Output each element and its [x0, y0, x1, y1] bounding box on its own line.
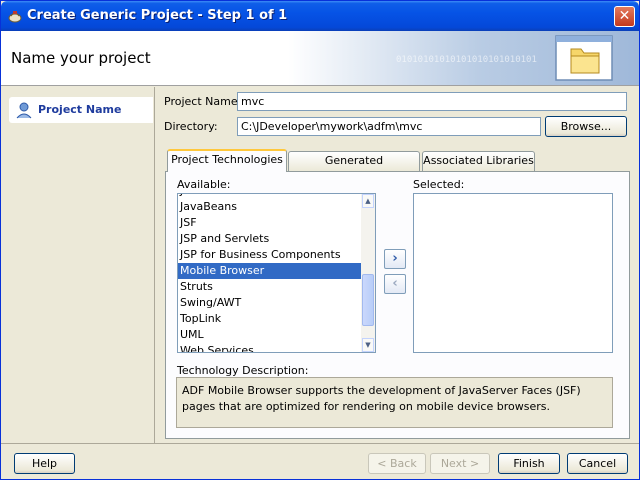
list-item[interactable]: TopLink: [178, 311, 363, 327]
available-label: Available:: [177, 178, 231, 191]
list-item[interactable]: JSP and Servlets: [178, 231, 363, 247]
browse-button[interactable]: Browse...: [545, 116, 627, 137]
window-title: Create Generic Project - Step 1 of 1: [27, 8, 288, 23]
available-technologies-list[interactable]: JavaJavaBeansJSFJSP and ServletsJSP for …: [177, 193, 376, 353]
technology-description-label: Technology Description:: [177, 364, 309, 377]
directory-input[interactable]: [237, 117, 541, 136]
main-content: Project Name: Directory: Browse... Proje…: [156, 87, 639, 443]
next-button[interactable]: Next >: [430, 453, 490, 474]
list-item[interactable]: JavaBeans: [178, 199, 363, 215]
project-name-label: Project Name:: [164, 95, 242, 108]
project-name-input[interactable]: [237, 92, 627, 111]
close-icon: ✕: [618, 8, 631, 24]
list-item[interactable]: Mobile Browser: [178, 263, 363, 279]
cancel-button[interactable]: Cancel: [567, 453, 628, 474]
step-person-icon: [16, 102, 32, 119]
nav-item-project-name[interactable]: Project Name: [9, 97, 153, 123]
list-item[interactable]: Struts: [178, 279, 363, 295]
create-generic-project-dialog: Create Generic Project - Step 1 of 1 ✕ N…: [0, 0, 640, 480]
tab-project-technologies[interactable]: Project Technologies: [167, 149, 287, 172]
technology-description-box: ADF Mobile Browser supports the developm…: [176, 377, 613, 428]
chevron-right-icon: ›: [392, 251, 398, 266]
list-item[interactable]: UML: [178, 327, 363, 343]
dialog-button-bar: Help < Back Next > Finish Cancel: [1, 443, 639, 479]
directory-label: Directory:: [164, 120, 218, 133]
list-item[interactable]: JSP for Business Components: [178, 247, 363, 263]
tab-associated-libraries[interactable]: Associated Libraries: [422, 151, 535, 171]
jdeveloper-app-icon: [8, 11, 22, 23]
tab-generated-components[interactable]: Generated Components: [288, 151, 420, 185]
list-item[interactable]: Web Services: [178, 343, 363, 352]
banner-binary-decoration: 01010101010101010101010101: [396, 55, 537, 65]
nav-item-label: Project Name: [38, 103, 122, 116]
scroll-thumb[interactable]: [362, 274, 374, 326]
list-item[interactable]: JSF: [178, 215, 363, 231]
back-button[interactable]: < Back: [368, 453, 426, 474]
finish-button[interactable]: Finish: [498, 453, 560, 474]
folder-window-icon: [555, 35, 613, 81]
chevron-left-icon: ‹: [392, 276, 398, 291]
scroll-up-arrow-icon[interactable]: ▲: [362, 194, 374, 208]
remove-technology-button[interactable]: ‹: [384, 274, 406, 294]
page-heading: Name your project: [11, 49, 151, 67]
help-button[interactable]: Help: [14, 453, 75, 474]
selected-label: Selected:: [413, 178, 465, 191]
available-list-scrollbar[interactable]: ▲ ▼: [361, 194, 375, 352]
header-banner: Name your project 0101010101010101010101…: [1, 31, 639, 86]
scroll-down-arrow-icon[interactable]: ▼: [362, 338, 374, 352]
title-bar[interactable]: Create Generic Project - Step 1 of 1 ✕: [1, 1, 639, 31]
add-technology-button[interactable]: ›: [384, 249, 406, 269]
selected-technologies-list[interactable]: [413, 193, 613, 353]
wizard-step-nav: Project Name: [1, 87, 155, 443]
close-button[interactable]: ✕: [614, 6, 635, 27]
list-item[interactable]: Swing/AWT: [178, 295, 363, 311]
